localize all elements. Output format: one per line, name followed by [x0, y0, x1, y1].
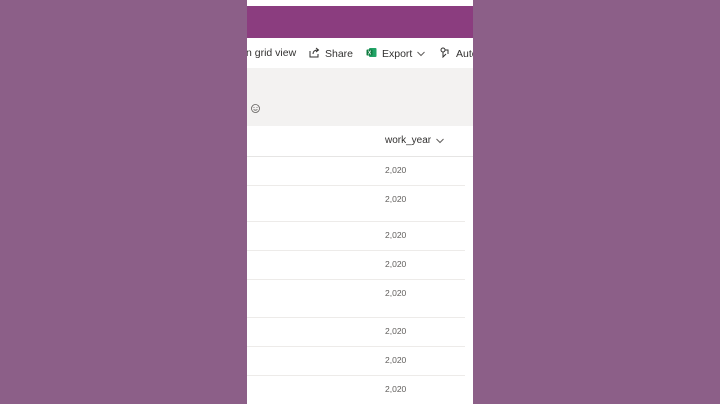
- work-year-cell: 2,020: [385, 194, 407, 204]
- share-label: Share: [325, 48, 354, 60]
- column-header-row: work_year: [247, 126, 473, 157]
- automate-icon: [440, 47, 451, 61]
- table-row[interactable]: 2,020: [247, 186, 465, 222]
- column-header-label: work_year: [385, 135, 432, 146]
- export-label: Export: [382, 48, 413, 60]
- work-year-cell: 2,020: [385, 230, 407, 240]
- export-button[interactable]: X Export: [366, 47, 426, 61]
- automate-button[interactable]: Auto: [440, 47, 473, 61]
- work-year-cell: 2,020: [385, 355, 407, 365]
- table-row[interactable]: 2,020: [247, 347, 465, 376]
- work-year-cell: 2,020: [385, 384, 407, 394]
- table-row[interactable]: 2,020: [247, 222, 465, 251]
- work-year-cell: 2,020: [385, 326, 407, 336]
- table-row[interactable]: 2,020: [247, 376, 465, 404]
- grid-view-label: n grid view: [247, 47, 297, 59]
- edit-in-grid-view-button[interactable]: n grid view: [247, 47, 296, 59]
- share-button[interactable]: Share: [309, 47, 353, 61]
- view-header-band: [247, 68, 473, 126]
- chevron-down-icon: [417, 48, 426, 60]
- table-row[interactable]: 2,020: [247, 280, 465, 318]
- table-row[interactable]: 2,020: [247, 251, 465, 280]
- work-year-cell: 2,020: [385, 288, 407, 298]
- work-year-cell: 2,020: [385, 165, 407, 175]
- suite-bar: [247, 6, 473, 38]
- feedback-smiley-icon[interactable]: [251, 100, 260, 113]
- share-icon: [309, 47, 320, 61]
- column-header-work-year[interactable]: work_year: [385, 135, 444, 146]
- chevron-down-icon: [436, 138, 444, 143]
- list-view-window: n grid view Share X Export Aut work_year…: [247, 0, 473, 404]
- automate-label: Auto: [456, 48, 473, 60]
- work-year-cell: 2,020: [385, 259, 407, 269]
- table-row[interactable]: 2,020: [247, 318, 465, 347]
- table-row[interactable]: 2,020: [247, 157, 465, 186]
- command-bar: n grid view Share X Export Aut: [247, 38, 473, 68]
- excel-icon: X: [366, 47, 377, 61]
